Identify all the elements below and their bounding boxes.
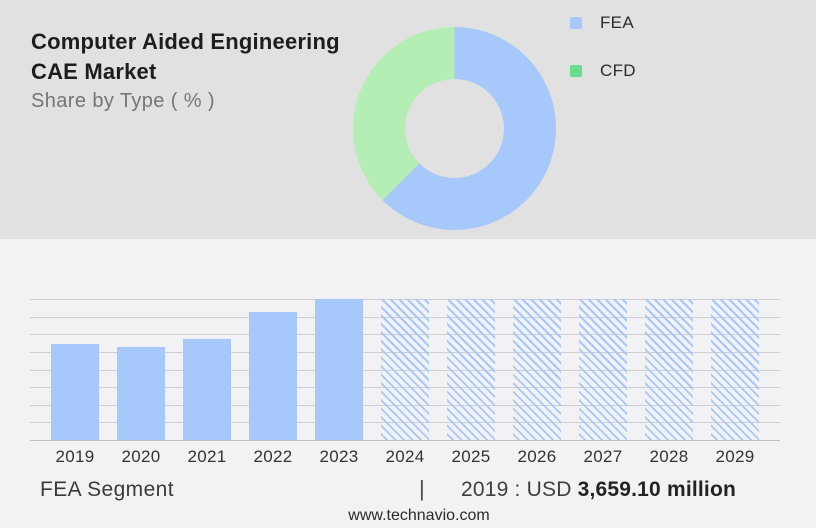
forecast-bar-2024 [381, 299, 429, 441]
forecast-bar-2028 [645, 299, 693, 441]
legend-item-cfd: CFD [570, 62, 636, 80]
x-tick-2023: 2023 [306, 447, 372, 467]
bar-2021 [183, 339, 231, 441]
page-title-line2: CAE Market [31, 59, 156, 85]
legend-label-cfd: CFD [600, 61, 636, 81]
x-tick-2019: 2019 [42, 447, 108, 467]
bar-2020 [117, 347, 165, 441]
forecast-bar-2025 [447, 299, 495, 441]
segment-label: FEA Segment [40, 478, 174, 502]
x-tick-2026: 2026 [504, 447, 570, 467]
forecast-bar-2027 [579, 299, 627, 441]
legend-label-fea: FEA [600, 13, 634, 33]
website-url: www.technavio.com [22, 507, 816, 525]
x-tick-2022: 2022 [240, 447, 306, 467]
forecast-bar-2026 [513, 299, 561, 441]
x-tick-2029: 2029 [702, 447, 768, 467]
header-panel: Computer Aided Engineering CAE Market Sh… [0, 0, 816, 239]
bar-chart: 2019202020212022202320242025202620272028… [30, 299, 780, 441]
legend-item-fea: FEA [570, 14, 636, 32]
bar-2022 [249, 312, 297, 441]
legend-swatch-cfd [570, 65, 582, 77]
page-title-line1: Computer Aided Engineering [31, 29, 340, 55]
x-tick-2021: 2021 [174, 447, 240, 467]
forecast-bar-2029 [711, 299, 759, 441]
page-subtitle: Share by Type ( % ) [31, 90, 215, 113]
separator-bar: | [419, 476, 425, 502]
value-prefix: 2019 : USD [461, 478, 572, 501]
bar-2019 [51, 344, 99, 441]
donut-legend: FEA CFD [570, 14, 636, 110]
value-annotation: 2019 : USD 3,659.10 million [461, 478, 736, 502]
x-tick-2028: 2028 [636, 447, 702, 467]
bar-2023 [315, 299, 363, 441]
x-tick-2020: 2020 [108, 447, 174, 467]
infographic: Computer Aided Engineering CAE Market Sh… [0, 0, 816, 528]
legend-swatch-fea [570, 17, 582, 29]
x-tick-2027: 2027 [570, 447, 636, 467]
x-tick-2025: 2025 [438, 447, 504, 467]
x-axis-line [30, 440, 780, 441]
value-bold: 3,659.10 million [578, 478, 736, 501]
donut-hole [405, 79, 504, 178]
donut-chart [353, 27, 556, 230]
x-tick-2024: 2024 [372, 447, 438, 467]
